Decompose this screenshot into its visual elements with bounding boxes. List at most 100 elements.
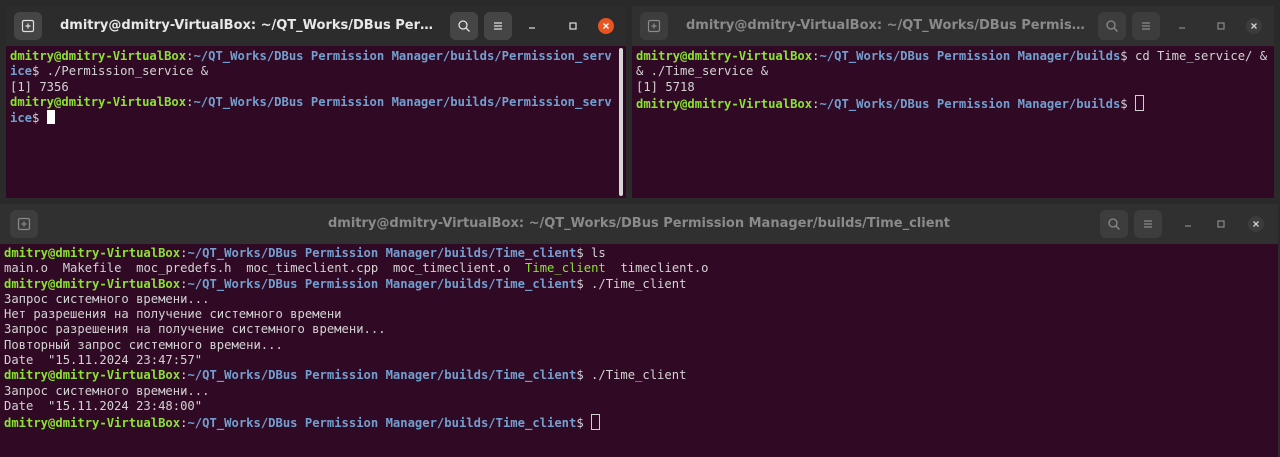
prompt-path: ~/QT_Works/DBus Permission Manager/build… [187, 416, 577, 431]
prompt-user: dmitry@dmitry-VirtualBox [636, 49, 813, 63]
terminal-cursor [46, 110, 55, 125]
minimize-icon [1179, 27, 1185, 29]
prompt-line: dmitry@dmitry-VirtualBox:~/QT_Works/DBus… [4, 277, 1274, 292]
prompt-dollar: $ [576, 276, 584, 291]
maximize-icon [1217, 22, 1225, 30]
command-text: ./Time_client [583, 368, 687, 383]
title-bar[interactable]: dmitry@dmitry-VirtualBox: ~/QT_Works/DBu… [632, 6, 1274, 46]
search-button[interactable] [450, 12, 478, 40]
new-tab-button[interactable] [640, 12, 668, 40]
prompt-line: dmitry@dmitry-VirtualBox:~/QT_Works/DBus… [636, 94, 1270, 112]
hamburger-menu-icon [494, 22, 502, 30]
prompt-user: dmitry@dmitry-VirtualBox [4, 368, 181, 383]
output-line: Повторный запрос системного времени... [4, 337, 283, 352]
search-button[interactable] [1100, 210, 1128, 238]
menu-button[interactable] [1134, 210, 1162, 238]
hamburger-menu-icon [1142, 22, 1150, 30]
output-line: Нет разрешения на получение системного в… [4, 307, 342, 322]
new-tab-icon [21, 19, 35, 33]
prompt-dollar: $ [576, 368, 584, 383]
command-text: ./Permission_service & [39, 64, 209, 79]
prompt-dollar: $ [576, 416, 584, 431]
close-button[interactable] [1248, 216, 1264, 232]
terminal-output[interactable]: dmitry@dmitry-VirtualBox:~/QT_Works/DBus… [10, 49, 612, 198]
close-icon [603, 23, 609, 29]
command-text: ls [583, 246, 606, 260]
minimize-icon [529, 27, 535, 29]
minimize-button[interactable] [1174, 18, 1190, 34]
file-entry: Time_client [525, 261, 606, 276]
title-bar[interactable]: dmitry@dmitry-VirtualBox: ~/QT_Works/DBu… [0, 204, 1278, 244]
maximize-icon [1217, 220, 1225, 228]
prompt-line: dmitry@dmitry-VirtualBox:~/QT_Works/DBus… [10, 95, 612, 127]
output-line: main.o Makefile moc_predefs.h moc_timecl… [4, 261, 1274, 276]
maximize-button[interactable] [565, 18, 581, 34]
scrollbar[interactable] [619, 48, 623, 196]
maximize-icon [569, 22, 577, 30]
prompt-path: ~/QT_Works/DBus Permission Manager/build… [187, 368, 577, 383]
prompt-user: dmitry@dmitry-VirtualBox [4, 416, 181, 431]
file-entry: moc_predefs.h [136, 261, 232, 276]
search-icon [1106, 20, 1118, 32]
command-text [1128, 97, 1135, 111]
hamburger-menu-icon [1144, 220, 1152, 228]
prompt-line: dmitry@dmitry-VirtualBox:~/QT_Works/DBus… [4, 368, 1274, 383]
prompt-user: dmitry@dmitry-VirtualBox [4, 276, 181, 291]
prompt-dollar: $ [1120, 96, 1128, 111]
prompt-user: dmitry@dmitry-VirtualBox [636, 96, 813, 111]
maximize-button[interactable] [1213, 216, 1229, 232]
file-entry: Makefile [62, 261, 122, 276]
new-tab-button[interactable] [14, 12, 42, 40]
close-button[interactable] [1246, 18, 1262, 34]
minimize-button[interactable] [1180, 216, 1196, 232]
search-button[interactable] [1098, 12, 1126, 40]
prompt-line: dmitry@dmitry-VirtualBox:~/QT_Works/DBus… [10, 49, 612, 80]
minimize-icon [1185, 225, 1191, 227]
prompt-line: dmitry@dmitry-VirtualBox:~/QT_Works/DBus… [4, 414, 1274, 431]
file-entry: main.o [4, 261, 49, 276]
prompt-path: ~/QT_Works/DBus Permission Manager/build… [187, 276, 577, 291]
search-icon [458, 20, 470, 32]
prompt-line: dmitry@dmitry-VirtualBox:~/QT_Works/DBus… [636, 49, 1270, 80]
prompt-path: ~/QT_Works/DBus Permission Manager/build… [819, 96, 1121, 111]
terminal-window-time-client[interactable]: dmitry@dmitry-VirtualBox: ~/QT_Works/DBu… [0, 204, 1278, 457]
close-button[interactable] [598, 18, 614, 34]
terminal-window-time-service[interactable]: dmitry@dmitry-VirtualBox: ~/QT_Works/DBu… [632, 6, 1274, 198]
terminal-output[interactable]: dmitry@dmitry-VirtualBox:~/QT_Works/DBus… [4, 246, 1274, 457]
output-line: [1] 5718 [636, 79, 695, 94]
command-text [39, 111, 46, 125]
file-entry: timeclient.o [620, 261, 709, 276]
output-line: Запрос системного времени... [4, 291, 210, 306]
close-icon [1253, 221, 1259, 227]
command-text [584, 416, 591, 430]
prompt-path: ~/QT_Works/DBus Permission Manager/build… [819, 49, 1121, 63]
menu-button[interactable] [484, 12, 512, 40]
prompt-path: ~/QT_Works/DBus Permission Manager/build… [187, 246, 577, 260]
prompt-dollar: $ [576, 246, 584, 260]
file-entry: moc_timeclient.cpp [246, 261, 379, 276]
output-line: [1] 7356 [10, 79, 69, 94]
close-icon [1251, 23, 1257, 29]
minimize-button[interactable] [524, 18, 540, 34]
menu-button[interactable] [1132, 12, 1160, 40]
terminal-cursor [591, 414, 601, 431]
title-bar[interactable]: dmitry@dmitry-VirtualBox: ~/QT_Works/DBu… [6, 6, 626, 46]
prompt-line: dmitry@dmitry-VirtualBox:~/QT_Works/DBus… [4, 246, 1274, 261]
window-title: dmitry@dmitry-VirtualBox: ~/QT_Works/DBu… [327, 216, 950, 231]
window-title: dmitry@dmitry-VirtualBox: ~/QT_Works/DBu… [686, 18, 1086, 33]
command-text: ./Time_client [583, 276, 687, 291]
file-entry: moc_timeclient.o [392, 261, 511, 276]
output-line: Date "15.11.2024 23:48:00" [4, 398, 203, 413]
prompt-user: dmitry@dmitry-VirtualBox [10, 94, 187, 109]
terminal-cursor [1134, 94, 1144, 111]
maximize-button[interactable] [1213, 18, 1229, 34]
terminal-window-permission-service[interactable]: dmitry@dmitry-VirtualBox: ~/QT_Works/DBu… [6, 6, 626, 198]
window-title: dmitry@dmitry-VirtualBox: ~/QT_Works/DBu… [60, 18, 440, 33]
prompt-user: dmitry@dmitry-VirtualBox [4, 246, 181, 260]
prompt-user: dmitry@dmitry-VirtualBox [10, 49, 187, 63]
new-tab-icon [647, 19, 661, 33]
search-icon [1108, 218, 1120, 230]
output-line: Запрос разрешения на получение системног… [4, 322, 386, 337]
terminal-output[interactable]: dmitry@dmitry-VirtualBox:~/QT_Works/DBus… [636, 49, 1270, 198]
output-line: Date "15.11.2024 23:47:57" [4, 353, 203, 368]
